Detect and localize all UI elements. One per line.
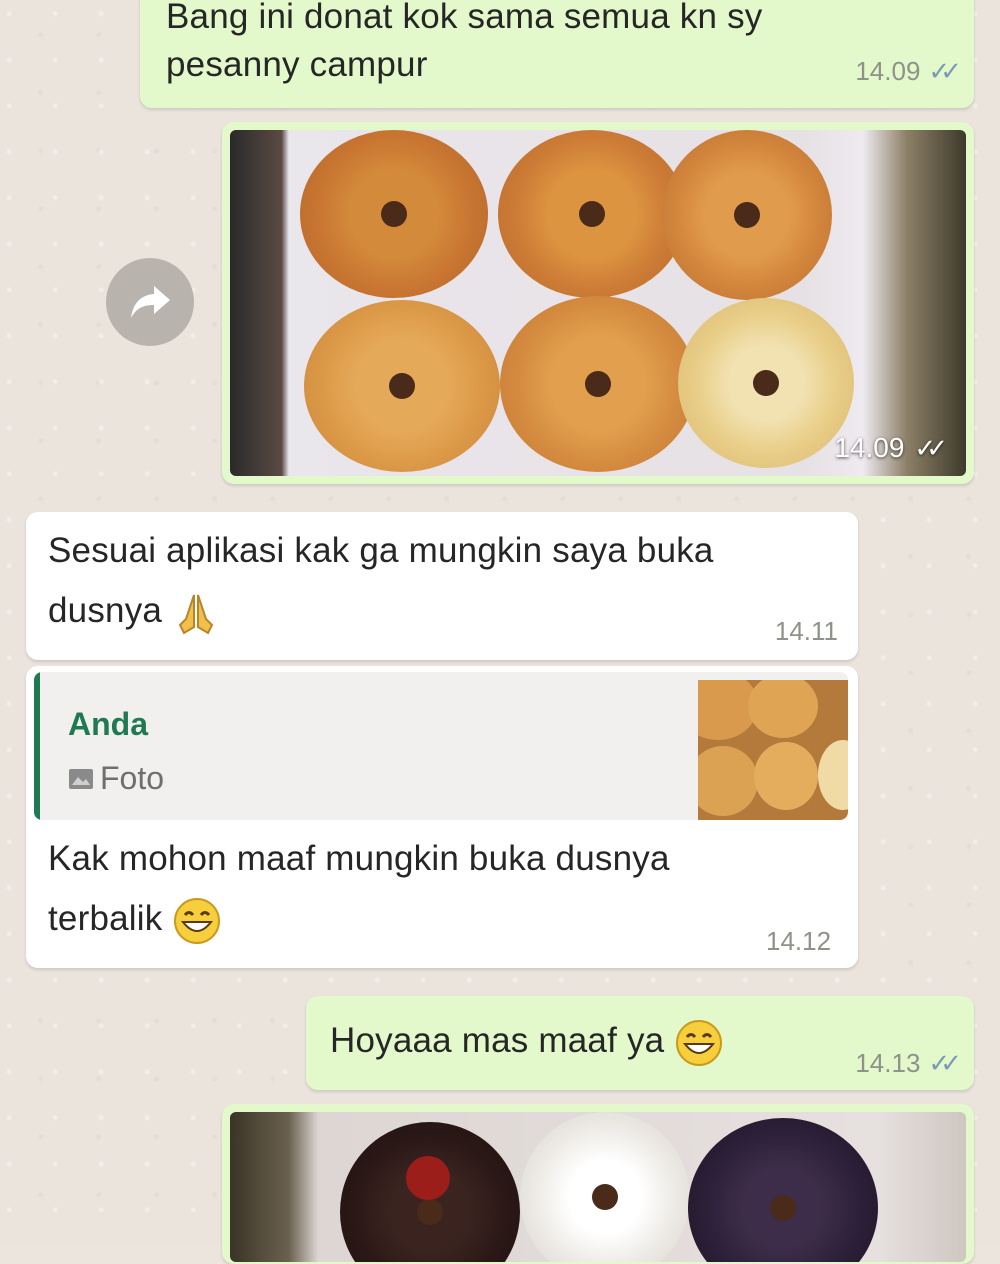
donut-photo[interactable]	[230, 1112, 966, 1262]
message-time: 14.11	[774, 616, 838, 646]
message-text-line: pesanny campur	[166, 45, 428, 84]
donut	[304, 300, 500, 472]
quote-thumbnail	[698, 680, 848, 820]
grinning-face-icon	[174, 897, 221, 944]
donut	[662, 130, 832, 300]
read-ticks-icon: ✓✓	[928, 56, 961, 86]
message-text-word: Hoyaaa mas maaf ya	[330, 1021, 665, 1060]
incoming-message-bubble[interactable]: Sesuai aplikasi kak ga mungkin saya buka…	[26, 512, 858, 660]
photo-meta: 14.09 ✓✓	[834, 432, 947, 464]
outgoing-message-bubble[interactable]: Bang ini donat kok sama semua kn sy pesa…	[140, 0, 974, 108]
message-time: 14.09	[855, 56, 921, 86]
donut	[498, 130, 686, 298]
quote-author: Anda	[68, 706, 148, 742]
donut	[300, 130, 488, 298]
quote-label: Foto	[100, 760, 165, 796]
message-text-line: dusnya	[48, 586, 220, 637]
quote-accent-bar	[34, 672, 40, 820]
message-text-word: terbalik	[48, 899, 163, 938]
read-ticks-icon: ✓✓	[914, 432, 947, 463]
message-meta: 14.09 ✓✓	[855, 56, 961, 87]
message-text-line: Hoyaaa mas maaf ya	[330, 1016, 724, 1068]
message-meta: 14.11	[775, 616, 838, 647]
message-meta: 14.13 ✓✓	[855, 1048, 961, 1079]
message-time: 14.13	[855, 1048, 921, 1078]
forward-arrow-icon	[131, 286, 170, 318]
grinning-face-icon	[676, 1019, 723, 1066]
donut	[500, 296, 696, 472]
quote-label-row: Foto	[68, 760, 164, 797]
message-text-line: Sesuai aplikasi kak ga mungkin saya buka	[48, 531, 714, 570]
outgoing-photo-bubble[interactable]	[222, 1104, 974, 1264]
forward-button[interactable]	[106, 258, 194, 346]
message-text-line: terbalik	[48, 894, 222, 946]
message-meta: 14.12	[766, 926, 831, 957]
read-ticks-icon: ✓✓	[928, 1048, 961, 1078]
message-text-word: dusnya	[48, 591, 163, 630]
message-time: 14.09	[834, 432, 905, 463]
outgoing-message-bubble[interactable]: Hoyaaa mas maaf ya 14.13 ✓✓	[306, 996, 974, 1090]
donut-topping	[406, 1156, 450, 1200]
message-text-line: Kak mohon maaf mungkin buka dusnya	[48, 839, 670, 878]
donut	[520, 1112, 690, 1262]
donut	[688, 1118, 878, 1262]
donut-box-photo[interactable]: 14.09 ✓✓	[230, 130, 966, 476]
photo-icon	[69, 768, 93, 789]
donut	[678, 298, 854, 468]
quoted-message[interactable]: Anda Foto	[34, 672, 848, 820]
outgoing-photo-bubble[interactable]: 14.09 ✓✓	[222, 122, 974, 484]
message-text-line: Bang ini donat kok sama semua kn sy	[166, 0, 763, 36]
folded-hands-icon	[178, 594, 214, 635]
message-time: 14.12	[766, 926, 832, 956]
